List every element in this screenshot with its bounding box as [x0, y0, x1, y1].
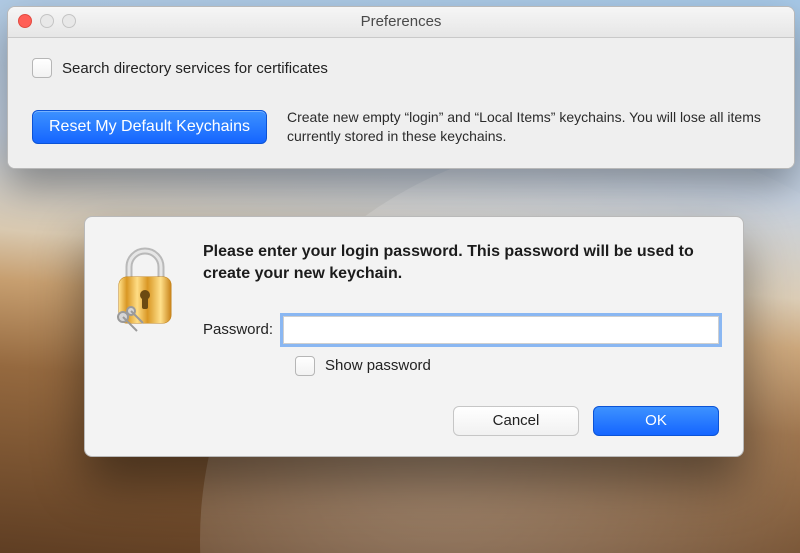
- cancel-button-label: Cancel: [493, 412, 540, 429]
- reset-keychains-button-label: Reset My Default Keychains: [49, 118, 250, 135]
- reset-keychains-button[interactable]: Reset My Default Keychains: [32, 110, 267, 144]
- window-title: Preferences: [361, 13, 442, 30]
- show-password-label: Show password: [325, 357, 431, 374]
- reset-keychains-row: Reset My Default Keychains Create new em…: [32, 108, 770, 146]
- search-certificates-label: Search directory services for certificat…: [62, 60, 328, 77]
- ok-button[interactable]: OK: [593, 406, 719, 436]
- search-certificates-checkbox[interactable]: [32, 58, 52, 78]
- preferences-body: Search directory services for certificat…: [8, 38, 794, 168]
- show-password-row: Show password: [295, 356, 719, 376]
- password-label: Password:: [203, 321, 273, 338]
- close-icon[interactable]: [18, 14, 32, 28]
- preferences-window: Preferences Search directory services fo…: [7, 6, 795, 169]
- zoom-icon[interactable]: [62, 14, 76, 28]
- search-certificates-row: Search directory services for certificat…: [32, 58, 770, 78]
- password-row: Password:: [203, 316, 719, 344]
- minimize-icon[interactable]: [40, 14, 54, 28]
- ok-button-label: OK: [645, 412, 667, 429]
- dialog-heading: Please enter your login password. This p…: [203, 241, 719, 286]
- cancel-button[interactable]: Cancel: [453, 406, 579, 436]
- show-password-checkbox[interactable]: [295, 356, 315, 376]
- titlebar[interactable]: Preferences: [8, 7, 794, 38]
- password-input[interactable]: [283, 316, 719, 344]
- dialog-content: Please enter your login password. This p…: [203, 241, 719, 376]
- reset-keychains-description: Create new empty “login” and “Local Item…: [287, 108, 770, 146]
- password-dialog: Please enter your login password. This p…: [84, 216, 744, 457]
- window-controls: [18, 14, 76, 28]
- lock-icon: [109, 245, 181, 337]
- dialog-actions: Cancel OK: [109, 406, 719, 436]
- desktop-background: Preferences Search directory services fo…: [0, 0, 800, 553]
